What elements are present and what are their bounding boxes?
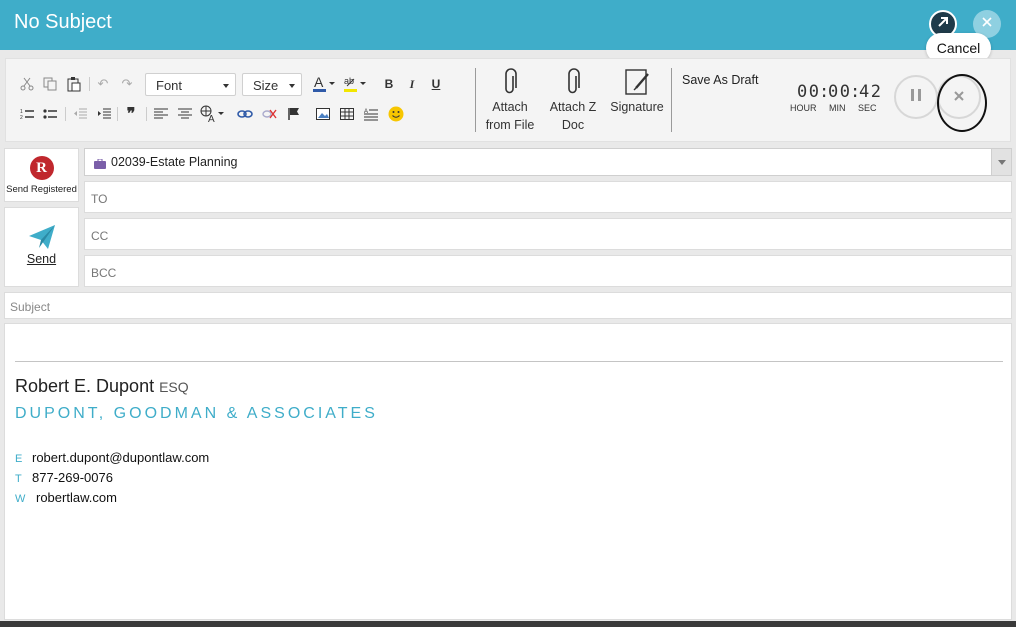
signature-button[interactable]: Signature bbox=[607, 66, 667, 116]
signature-phone: 877-269-0076 bbox=[32, 470, 113, 485]
signature-firm: DUPONT, GOODMAN & ASSOCIATES bbox=[15, 405, 378, 422]
toolbar-divider bbox=[671, 68, 672, 132]
size-select-label: Size bbox=[253, 78, 279, 93]
message-body-editor[interactable]: Robert E. Dupont ESQ DUPONT, GOODMAN & A… bbox=[4, 323, 1012, 620]
signature-email-key: E bbox=[15, 453, 23, 465]
image-icon[interactable] bbox=[313, 104, 333, 124]
template-icon[interactable]: A bbox=[361, 104, 381, 124]
signature-phone-key: T bbox=[15, 473, 22, 485]
language-icon[interactable]: A bbox=[199, 104, 225, 124]
registered-logo-icon: R bbox=[29, 156, 54, 180]
link-icon[interactable] bbox=[235, 104, 255, 124]
matter-select[interactable]: 02039-Estate Planning bbox=[84, 148, 1012, 176]
toolbar-divider bbox=[117, 107, 118, 121]
copy-icon[interactable] bbox=[40, 74, 60, 94]
indent-icon[interactable] bbox=[94, 104, 114, 124]
paperclip-icon bbox=[543, 66, 603, 96]
signature-name-line: Robert E. Dupont ESQ bbox=[15, 376, 189, 397]
pause-icon bbox=[910, 88, 922, 107]
to-field[interactable]: TO bbox=[84, 181, 1012, 213]
signature-suffix: ESQ bbox=[159, 379, 189, 395]
signature-label: Signature bbox=[610, 100, 664, 114]
matter-select-value: 02039-Estate Planning bbox=[111, 155, 238, 169]
close-icon bbox=[981, 15, 993, 33]
flag-icon[interactable] bbox=[284, 104, 304, 124]
toolbar-divider bbox=[146, 107, 147, 121]
paste-icon[interactable] bbox=[64, 74, 84, 94]
briefcase-icon bbox=[94, 158, 106, 172]
signature-email[interactable]: robert.dupont@dupontlaw.com bbox=[32, 450, 209, 465]
toolbar-divider bbox=[65, 107, 66, 121]
chevron-down-icon bbox=[223, 84, 229, 88]
font-select-label: Font bbox=[156, 78, 183, 93]
signature-divider bbox=[15, 361, 1003, 362]
highlight-color-icon[interactable]: ab bbox=[343, 74, 369, 94]
emoji-icon[interactable] bbox=[386, 104, 406, 124]
signature-web-key: W bbox=[15, 493, 26, 505]
svg-text:A: A bbox=[314, 75, 324, 90]
attach-from-file-line1: Attach bbox=[492, 100, 528, 114]
font-color-icon[interactable]: A bbox=[312, 74, 338, 94]
bullet-list-icon[interactable] bbox=[40, 104, 60, 124]
pause-timer-button[interactable] bbox=[894, 75, 938, 119]
timer-min-label: MIN bbox=[829, 103, 846, 113]
bold-icon[interactable]: B bbox=[379, 74, 399, 94]
attach-from-file-line2: from File bbox=[485, 118, 535, 132]
toolbar-divider bbox=[89, 77, 90, 91]
subject-field[interactable]: Subject bbox=[4, 292, 1012, 319]
timer-sec-label: SEC bbox=[858, 103, 877, 113]
timer-hour-label: HOUR bbox=[790, 103, 817, 113]
signature-web-line: Wrobertlaw.com bbox=[15, 490, 117, 505]
chevron-down-icon[interactable] bbox=[991, 149, 1011, 175]
timer-hours: 00 bbox=[797, 82, 821, 102]
timer-minutes: 00 bbox=[828, 82, 852, 102]
align-left-icon[interactable] bbox=[151, 104, 171, 124]
svg-text:A: A bbox=[208, 114, 215, 123]
popout-arrow-icon bbox=[936, 15, 950, 34]
numbered-list-icon[interactable]: 12 bbox=[17, 104, 37, 124]
toolbar-divider bbox=[475, 68, 476, 132]
attach-from-file-button[interactable]: Attach from File bbox=[481, 66, 539, 134]
save-as-draft-button[interactable]: Save As Draft bbox=[682, 73, 758, 87]
paper-plane-icon bbox=[28, 224, 56, 250]
underline-icon[interactable]: U bbox=[426, 74, 446, 94]
paperclip-icon bbox=[481, 66, 539, 96]
table-icon[interactable] bbox=[337, 104, 357, 124]
signature-pen-icon bbox=[607, 66, 667, 96]
attach-z-doc-button[interactable]: Attach Z Doc bbox=[543, 66, 603, 134]
highlight-ring bbox=[937, 74, 987, 132]
unlink-icon[interactable] bbox=[260, 104, 280, 124]
undo-icon[interactable]: ↶ bbox=[93, 74, 113, 94]
send-label: Send bbox=[26, 252, 57, 266]
attach-z-doc-line1: Attach Z bbox=[549, 100, 597, 114]
blockquote-icon[interactable]: ❞ bbox=[121, 104, 141, 124]
outdent-icon[interactable] bbox=[70, 104, 90, 124]
title-bar: No Subject bbox=[0, 0, 1016, 50]
send-registered-button[interactable]: R Send Registered bbox=[4, 148, 79, 202]
align-center-icon[interactable] bbox=[175, 104, 195, 124]
font-select[interactable]: Font bbox=[145, 73, 236, 96]
signature-name: Robert E. Dupont bbox=[15, 376, 155, 396]
signature-web[interactable]: robertlaw.com bbox=[36, 490, 117, 505]
send-registered-label: Send Registered bbox=[6, 184, 77, 195]
send-button[interactable]: Send bbox=[4, 207, 79, 287]
svg-text:2: 2 bbox=[20, 115, 23, 120]
signature-phone-line: T 877-269-0076 bbox=[15, 470, 113, 485]
chevron-down-icon bbox=[289, 84, 295, 88]
italic-icon[interactable]: I bbox=[402, 74, 422, 94]
size-select[interactable]: Size bbox=[242, 73, 302, 96]
cc-field[interactable]: CC bbox=[84, 218, 1012, 250]
bcc-field[interactable]: BCC bbox=[84, 255, 1012, 287]
window-title: No Subject bbox=[14, 11, 112, 33]
cut-icon[interactable] bbox=[17, 74, 37, 94]
timer-seconds: 42 bbox=[859, 82, 883, 102]
redo-icon[interactable]: ↷ bbox=[117, 74, 137, 94]
bottom-edge bbox=[0, 621, 1016, 627]
attach-z-doc-line2: Doc bbox=[561, 118, 585, 132]
signature-email-line: Erobert.dupont@dupontlaw.com bbox=[15, 450, 209, 465]
